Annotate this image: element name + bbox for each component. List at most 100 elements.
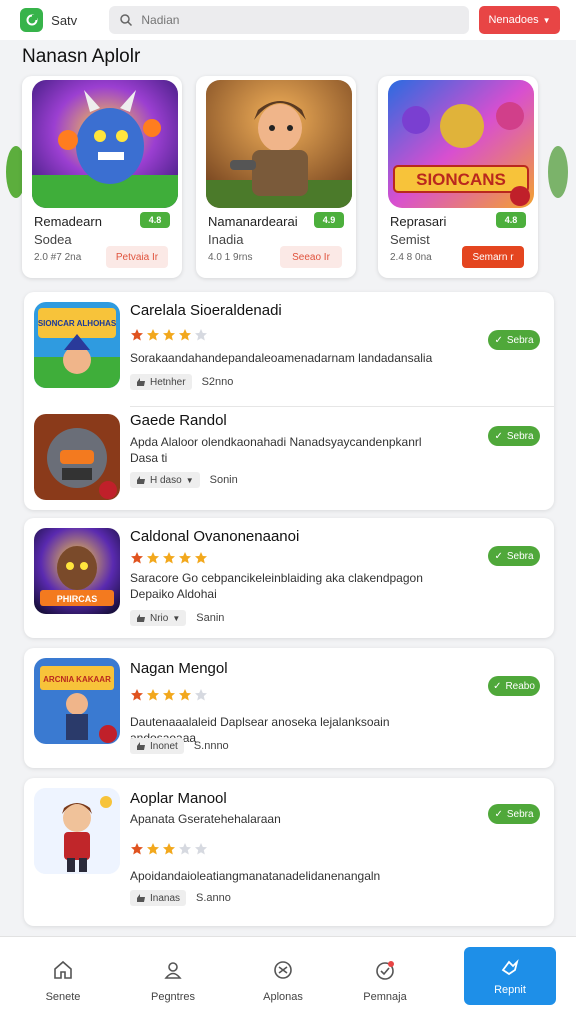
game-thumb-icon — [34, 788, 120, 874]
star-icon — [147, 843, 159, 855]
star-icon — [163, 843, 175, 855]
game-thumb-icon: PHIRCAS — [34, 528, 120, 614]
install-button[interactable]: ✓ Reabo — [488, 676, 540, 696]
featured-card[interactable]: Remadearn Sodea 2.0 #7 2na 4.8 Petvaia I… — [22, 76, 182, 278]
check-icon: ✓ — [494, 430, 503, 442]
app-list-group: SIONCAR ALHOHAS Carelala Sioeraldenadi S… — [24, 292, 554, 510]
app-meta: Inanas S.anno — [130, 890, 231, 906]
rating-stars — [130, 328, 208, 342]
chevron-down-icon: ▼ — [172, 613, 181, 623]
star-icon — [163, 689, 175, 701]
bottom-nav: Senete Pegntres Aplonas Pemnaja Repnit — [0, 936, 576, 1024]
star-icon — [179, 843, 191, 855]
featured-sub: Inadia — [208, 232, 244, 247]
list-item[interactable]: ARCNIA KAKAAR Nagan Mengol Dautenaaalale… — [24, 648, 554, 768]
featured-card[interactable]: SIONCANS Reprasari Semist 2.4 8 0na 4.8 … — [378, 76, 538, 278]
app-meta: Nrio ▼ Sanin — [130, 610, 224, 626]
top-bar: Satv Nenadoes ▼ — [0, 0, 576, 40]
app-art-text: PHIRCAS — [57, 594, 98, 604]
featured-meta: 4.0 1 9rns — [208, 252, 253, 263]
featured-meta: 2.4 8 0na — [390, 252, 432, 263]
search-icon — [120, 14, 133, 27]
thumb-icon — [137, 894, 145, 902]
nav-label: Repnit — [494, 984, 526, 996]
check-icon: ✓ — [494, 334, 503, 346]
thumb-icon — [137, 742, 145, 750]
featured-carousel[interactable]: Remadearn Sodea 2.0 #7 2na 4.8 Petvaia I… — [0, 76, 576, 286]
nav-item-apps[interactable]: Aplonas — [228, 937, 338, 1024]
install-button[interactable]: ✓ Sebra — [488, 804, 540, 824]
app-logo-icon[interactable] — [20, 8, 44, 32]
install-button[interactable]: ✓ Sebra — [488, 330, 540, 350]
app-name: Satv — [51, 12, 78, 28]
header-action-button[interactable]: Nenadoes ▼ — [478, 6, 560, 34]
star-icon — [179, 689, 191, 701]
hands-icon — [501, 959, 519, 976]
star-icon — [179, 552, 191, 564]
featured-name: Remadearn — [34, 214, 102, 229]
app-size: S.nnno — [193, 740, 229, 752]
list-item[interactable]: Gaede Randol Apda Alaloor olendkaonahadi… — [24, 408, 554, 510]
list-item[interactable]: SIONCAR ALHOHAS Carelala Sioeraldenadi S… — [24, 292, 554, 404]
app-description: Apda Alaloor olendkaonahadi Nanadsyaycan… — [130, 435, 422, 465]
featured-action-button[interactable]: Semarn r — [462, 246, 524, 268]
page-title: Nanasn Aplolr — [22, 46, 141, 67]
star-icon — [179, 329, 191, 341]
nav-item-updates[interactable]: Pemnaja — [330, 937, 440, 1024]
app-art-text: ARCNIA KAKAAR — [43, 675, 111, 684]
nav-label: Pemnaja — [363, 991, 407, 1003]
nav-item-active[interactable]: Repnit — [464, 947, 556, 1005]
rating-badge: 4.8 — [140, 212, 170, 228]
featured-sub: Sodea — [34, 232, 72, 247]
star-icon — [195, 552, 207, 564]
game-thumb-icon — [34, 414, 120, 500]
app-size: Sonin — [209, 474, 238, 486]
divider — [130, 406, 554, 407]
install-button-label: Sebra — [506, 808, 534, 820]
meta-chip-label: Nrio — [150, 612, 169, 624]
install-button-label: Reabo — [505, 680, 535, 692]
search-bar[interactable] — [109, 6, 469, 34]
app-description: Apoidandaioleatiangmanatanadelidanenanga… — [130, 869, 381, 883]
app-meta: Hetnher S2nno — [130, 374, 233, 390]
sonicrans-art-icon: SIONCANS — [388, 80, 534, 208]
install-button-label: Sebra — [506, 430, 534, 442]
chevron-down-icon: ▼ — [185, 475, 194, 485]
app-description: Saracore Go cebpancikeleinblaiding aka c… — [130, 571, 423, 601]
meta-chip-label: Inanas — [150, 892, 181, 904]
rating-stars — [130, 688, 208, 702]
app-size: Sanin — [196, 612, 225, 624]
featured-action-label: Semarn r — [472, 251, 514, 263]
check-icon: ✓ — [494, 550, 503, 562]
updates-icon — [376, 961, 394, 980]
app-meta: H daso ▼ Sonin — [130, 472, 238, 488]
meta-chip: Hetnher — [130, 374, 192, 390]
nav-label: Aplonas — [263, 991, 303, 1003]
chevron-down-icon: ▼ — [542, 15, 551, 25]
meta-chip: Inanas — [130, 890, 187, 906]
star-icon — [131, 843, 143, 855]
app-size: S2nno — [201, 376, 234, 388]
star-icon — [147, 329, 159, 341]
install-button[interactable]: ✓ Sebra — [488, 426, 540, 446]
featured-action-button[interactable]: Seeao Ir — [280, 246, 342, 268]
star-icon — [163, 329, 175, 341]
app-title: Nagan Mengol — [130, 660, 228, 677]
star-icon — [131, 689, 143, 701]
rating-stars — [130, 551, 208, 565]
nav-item-games[interactable]: Pegntres — [118, 937, 228, 1024]
check-icon: ✓ — [493, 680, 502, 692]
featured-card[interactable]: Namanardearai Inadia 4.0 1 9rns 4.9 Seea… — [196, 76, 356, 278]
thumb-icon — [137, 614, 145, 622]
list-item[interactable]: Aoplar Manool Apanata Gseratehehalaraan … — [24, 778, 554, 926]
star-icon — [195, 689, 207, 701]
list-item[interactable]: PHIRCAS Caldonal Ovanonenaanoi Saracore … — [24, 518, 554, 638]
check-icon: ✓ — [494, 808, 503, 820]
game-thumb-icon: SIONCAR ALHOHAS — [34, 302, 120, 388]
search-input[interactable] — [141, 13, 442, 27]
nav-item-home[interactable]: Senete — [8, 937, 118, 1024]
install-button[interactable]: ✓ Sebra — [488, 546, 540, 566]
featured-name: Reprasari — [390, 214, 447, 229]
featured-action-button[interactable]: Petvaia Ir — [106, 246, 168, 268]
carousel-next-peek[interactable] — [548, 146, 568, 198]
